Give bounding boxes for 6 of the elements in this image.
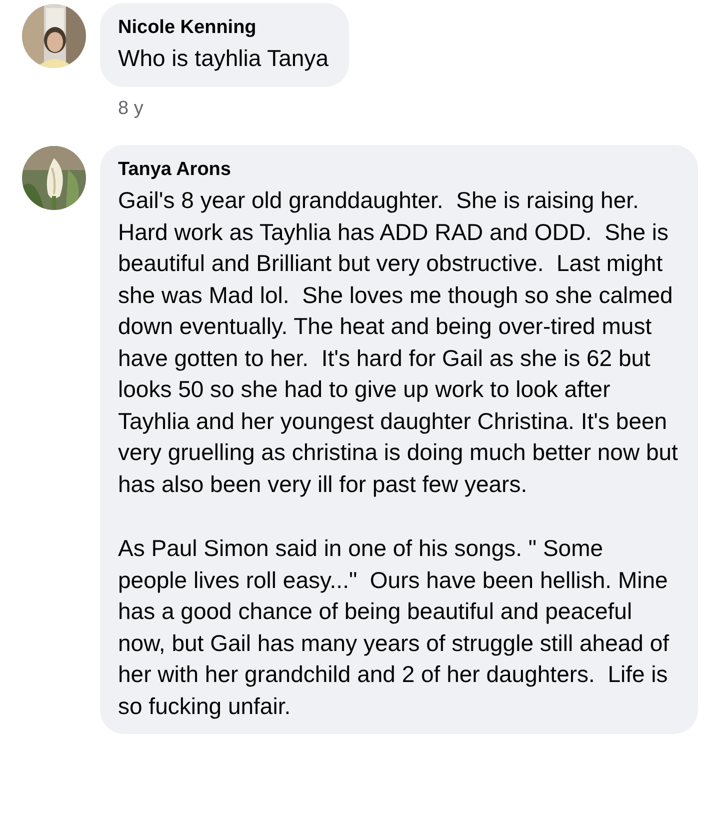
author-name[interactable]: Nicole Kenning xyxy=(118,15,329,41)
author-name[interactable]: Tanya Arons xyxy=(118,157,678,183)
comment-text: Who is tayhlia Tanya xyxy=(118,44,329,73)
comment-text: As Paul Simon said in one of his songs. " Some people lives roll easy..." Ours have been hellish. Mine has a good chance of being beautiful and peaceful now, but Gail has many years of struggle still ahead of her with her grandchild and 2 of her daughters. Life is so fucking unfair. xyxy=(118,534,670,721)
comment-text: Gail's 8 year old granddaughter. She is raising her. Hard work as Tayhlia has ADD RAD and ODD. She is beautiful and Brilliant but very obstructive. Last might she was Mad lol. She loves me though so she calmed down eventually. The heat and being over-tired must have gotten to her. It's hard for Gail as she is 62 but looks 50 so she had to give up work to look after Tayhlia and her youngest daughter Christina. It's been very gruelling as christina is doing much better now but has also been very ill for past few years. xyxy=(118,186,678,499)
timestamp[interactable]: 8 y xyxy=(118,94,144,123)
